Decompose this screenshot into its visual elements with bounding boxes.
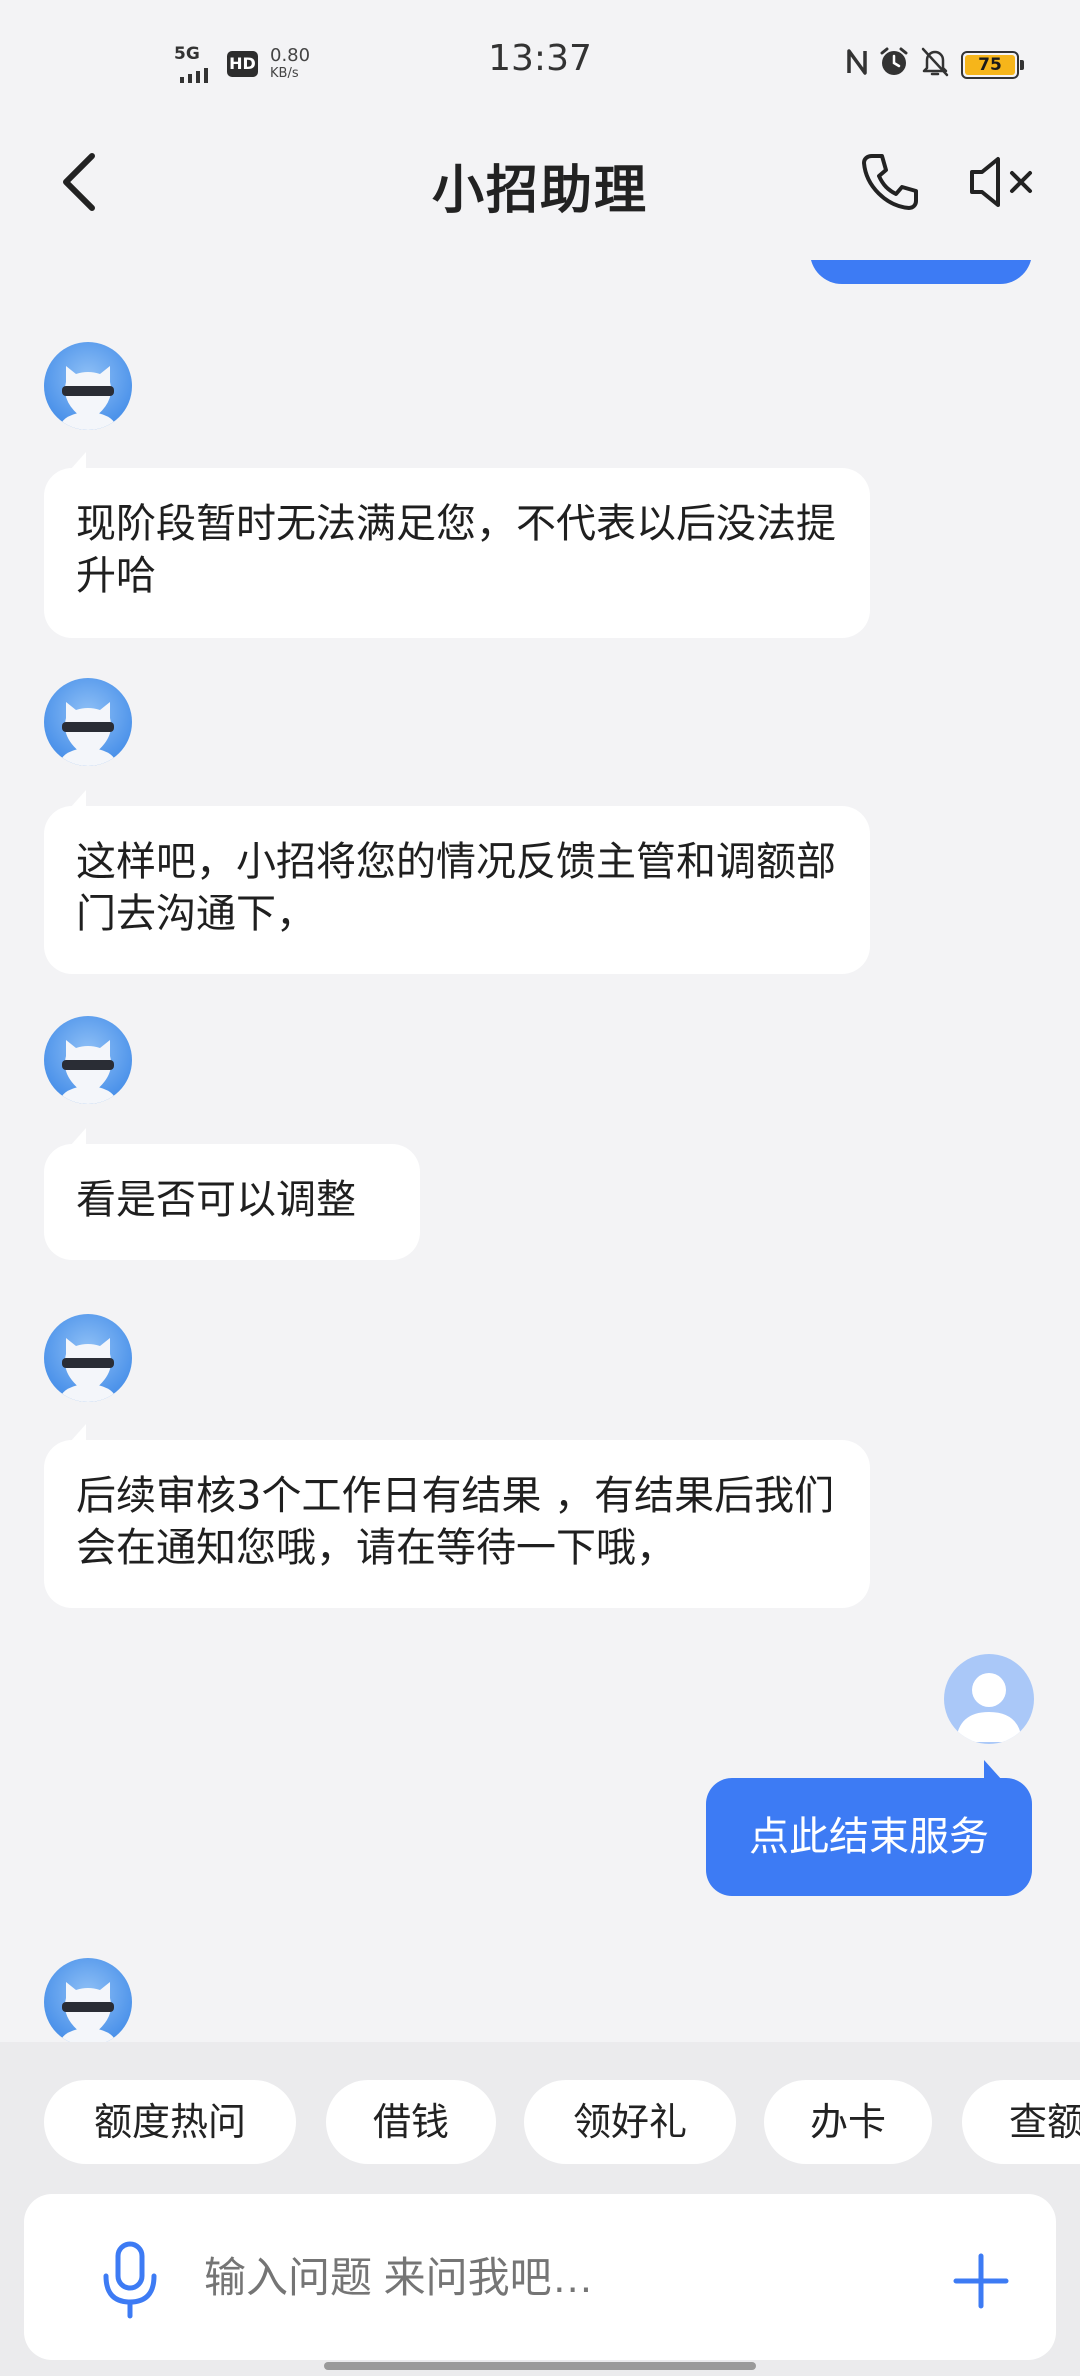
chip-borrow[interactable]: 借钱 <box>326 2080 496 2164</box>
bot-avatar <box>44 342 132 430</box>
speaker-mute-icon <box>970 157 1032 207</box>
back-button[interactable] <box>52 150 108 214</box>
bot-avatar <box>44 1314 132 1402</box>
home-indicator[interactable] <box>324 2362 756 2370</box>
chip-gifts[interactable]: 领好礼 <box>524 2080 736 2164</box>
status-icons <box>846 46 950 78</box>
message-input[interactable] <box>204 2246 804 2310</box>
signal-icon: 5G <box>172 44 222 83</box>
bot-avatar <box>44 1016 132 1104</box>
quick-reply-bar: 额度热问 借钱 领好礼 办卡 查额 <box>0 2042 1080 2192</box>
more-button[interactable] <box>946 2246 1016 2316</box>
bot-message-bubble: 这样吧，小招将您的情况反馈主管和调额部门去沟通下， <box>44 790 870 974</box>
network-speed: 0.80 KB/s <box>270 45 311 81</box>
previous-message-bubble <box>810 260 1032 284</box>
hd-badge: HD <box>227 51 258 77</box>
input-bar <box>0 2192 1080 2376</box>
chip-quota-faq[interactable]: 额度热问 <box>44 2080 296 2164</box>
end-service-button[interactable]: 点此结束服务 <box>706 1760 1032 1896</box>
chip-apply-card[interactable]: 办卡 <box>764 2080 932 2164</box>
clock: 13:37 <box>488 38 592 79</box>
battery-level: 75 <box>965 55 1015 75</box>
chip-check-quota[interactable]: 查额 <box>962 2080 1080 2164</box>
plus-icon <box>953 2253 1009 2309</box>
network-type: 5G <box>174 44 200 64</box>
input-container <box>24 2194 1056 2360</box>
phone-icon <box>862 154 918 210</box>
bot-message-bubble: 看是否可以调整 <box>44 1128 420 1260</box>
bot-avatar <box>44 678 132 766</box>
mute-button[interactable] <box>966 154 1038 210</box>
bot-message-bubble: 后续审核3个工作日有结果 ，有结果后我们会在通知您哦，请在等待一下哦， <box>44 1424 870 1608</box>
alarm-icon <box>880 47 908 75</box>
header: 小招助理 <box>0 98 1080 260</box>
page-title: 小招助理 <box>431 161 648 221</box>
chevron-left-icon <box>63 153 95 211</box>
voice-button[interactable] <box>76 2240 184 2320</box>
bot-avatar <box>44 1958 132 2042</box>
microphone-icon <box>103 2241 157 2319</box>
user-avatar <box>944 1654 1034 1744</box>
status-bar: 5G HD 0.80 KB/s 13:37 75 <box>0 0 1080 98</box>
call-button[interactable] <box>858 150 922 214</box>
nfc-icon <box>847 49 867 75</box>
mute-bell-icon <box>921 47 949 77</box>
chat-area[interactable]: 现阶段暂时无法满足您，不代表以后没法提升哈 这样吧，小招将您的情况反馈主管和调额… <box>0 260 1080 2042</box>
bot-message-bubble: 现阶段暂时无法满足您，不代表以后没法提升哈 <box>44 452 870 638</box>
battery-icon: 75 <box>961 51 1024 79</box>
